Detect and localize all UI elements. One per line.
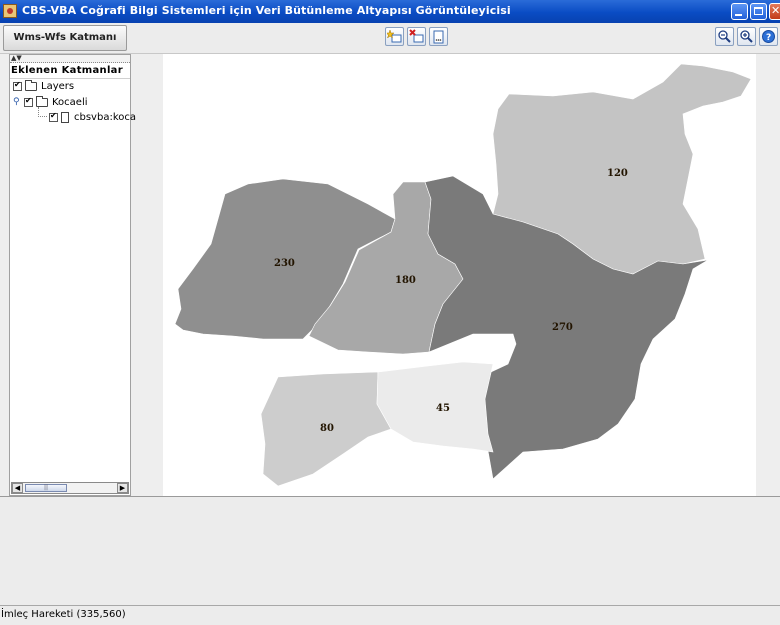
- title-bar[interactable]: CBS-VBA Coğrafi Bilgi Sistemleri için Ve…: [0, 0, 780, 23]
- scroll-left-arrow-icon[interactable]: ◀: [12, 483, 23, 493]
- tree-item-label: Layers: [41, 80, 75, 92]
- toolbar: Wms-Wfs Katmanı Ekle: [0, 23, 780, 67]
- layer-properties-button[interactable]: [429, 27, 448, 46]
- remove-layer-icon: [409, 29, 424, 43]
- horizontal-scrollbar[interactable]: ◀ || ▶: [11, 482, 129, 494]
- region-label-80: 80: [320, 423, 334, 434]
- maximize-button[interactable]: [750, 3, 767, 20]
- status-bar: İmleç Hareketi (335,560): [0, 605, 780, 625]
- scroll-right-arrow-icon[interactable]: ▶: [117, 483, 128, 493]
- svg-text:?: ?: [766, 33, 771, 43]
- zoom-in-button[interactable]: [737, 27, 756, 46]
- zoom-in-icon: [740, 30, 753, 43]
- layers-panel-title: Eklenen Katmanlar: [10, 63, 130, 79]
- tree-item-kocaeli[interactable]: ⚲ Kocaeli: [13, 95, 88, 109]
- tree-item-layers[interactable]: Layers: [13, 79, 74, 93]
- help-icon: ?: [762, 30, 775, 43]
- region-label-180: 180: [395, 275, 416, 286]
- remove-layer-button[interactable]: [407, 27, 426, 46]
- zoom-out-button[interactable]: [715, 27, 734, 46]
- folder-icon: [36, 95, 48, 107]
- cbsvba-koca-checkbox[interactable]: [49, 111, 58, 122]
- tree-connector: [38, 107, 47, 117]
- tree-item-cbsvba-koca[interactable]: cbsvba:koca: [49, 110, 136, 124]
- tree-item-label: Kocaeli: [52, 96, 88, 108]
- add-wms-wfs-layer-button[interactable]: Wms-Wfs Katmanı Ekle: [3, 25, 127, 67]
- kocaeli-checkbox[interactable]: [24, 96, 33, 107]
- map-svg: 120 230 180 270 80 45: [174, 63, 752, 487]
- window-title: CBS-VBA Coğrafi Bilgi Sistemleri için Ve…: [22, 4, 511, 17]
- layers-panel: ▲▼ Eklenen Katmanlar Layers ⚲ Kocaeli cb…: [9, 54, 136, 496]
- expand-toggle-icon[interactable]: ⚲: [13, 97, 21, 107]
- layers-checkbox[interactable]: [13, 80, 22, 91]
- scroll-thumb[interactable]: ||: [25, 484, 67, 492]
- app-icon: [3, 4, 17, 18]
- tree-item-label: cbsvba:koca: [74, 111, 136, 123]
- panel-collapse-handle[interactable]: ▲▼: [10, 55, 130, 63]
- zoom-out-icon: [718, 30, 731, 43]
- file-icon: [61, 111, 69, 123]
- region-label-120: 120: [607, 168, 628, 179]
- map-canvas[interactable]: 120 230 180 270 80 45: [163, 54, 756, 496]
- region-label-45: 45: [436, 403, 450, 414]
- folder-icon: [25, 79, 37, 91]
- close-button[interactable]: [769, 3, 780, 20]
- map-region-45[interactable]: [376, 361, 494, 453]
- region-label-270: 270: [552, 322, 573, 333]
- add-layer-button[interactable]: [385, 27, 404, 46]
- region-label-230: 230: [274, 258, 295, 269]
- cursor-position-status: İmleç Hareketi (335,560): [1, 609, 126, 620]
- help-button[interactable]: ?: [759, 27, 778, 46]
- output-panel: [0, 496, 780, 607]
- add-layer-icon: [387, 29, 402, 43]
- minimize-button[interactable]: [731, 3, 748, 20]
- properties-icon: [433, 30, 444, 44]
